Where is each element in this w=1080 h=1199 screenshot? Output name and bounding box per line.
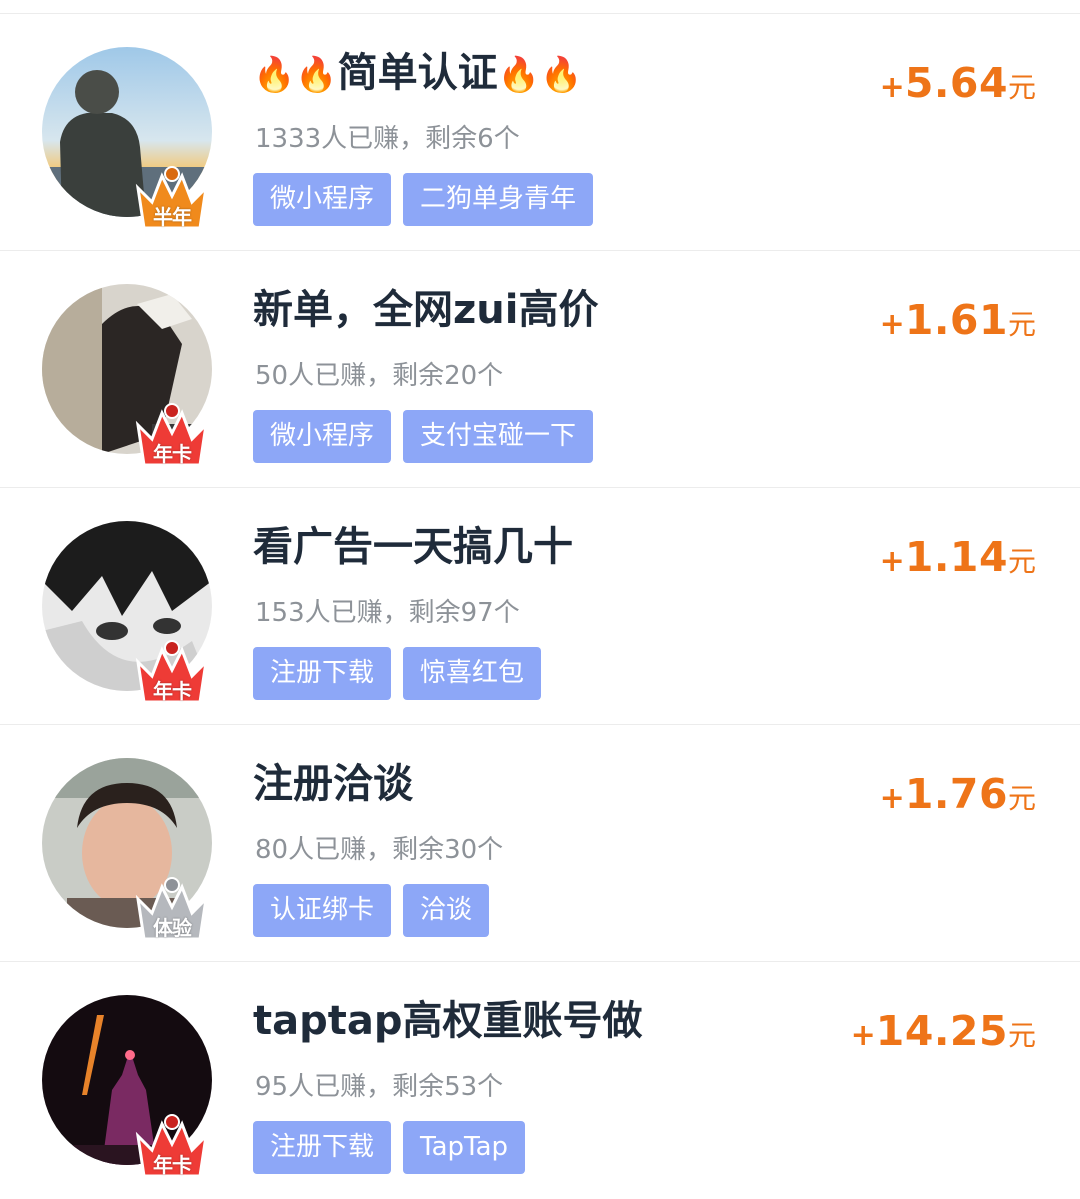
reward-plus: +	[850, 1018, 876, 1053]
reward-amount: +1.61元	[880, 296, 1036, 344]
reward-value: 5.64	[904, 59, 1008, 107]
reward-unit: 元	[1007, 545, 1036, 578]
member-badge: 年卡	[130, 1110, 214, 1182]
tag-list: 微小程序 支付宝碰一下	[253, 410, 594, 463]
fire-icon: 🔥🔥	[497, 55, 583, 95]
reward-plus: +	[879, 70, 905, 105]
tag-list: 微小程序 二狗单身青年	[253, 173, 594, 226]
task-title[interactable]: 新单，全网zui高价	[253, 283, 598, 337]
task-stats: 1333人已赚，剩余6个	[255, 124, 520, 154]
reward-plus: +	[879, 307, 905, 342]
reward-plus: +	[879, 544, 905, 579]
reward-amount: +14.25元	[851, 1007, 1036, 1055]
task-row[interactable]: 半年 🔥🔥简单认证🔥🔥 1333人已赚，剩余6个 微小程序 二狗单身青年 +5.…	[0, 14, 1080, 251]
tag-list: 注册下载 TapTap	[253, 1121, 526, 1174]
tag[interactable]: 注册下载	[253, 1121, 392, 1174]
reward-unit: 元	[1007, 308, 1036, 341]
reward-value: 1.76	[904, 770, 1008, 818]
title-text: 简单认证	[337, 50, 498, 96]
member-badge: 半年	[130, 162, 214, 234]
title-text: taptap	[253, 998, 403, 1044]
tag-list: 注册下载 惊喜红包	[253, 647, 542, 700]
badge-label: 体验	[153, 916, 192, 940]
badge-label: 年卡	[153, 679, 192, 703]
tag[interactable]: 注册下载	[253, 647, 392, 700]
title-text: 看广告一天搞几十	[253, 524, 573, 570]
reward-plus: +	[879, 781, 905, 816]
reward-unit: 元	[1007, 1019, 1036, 1052]
tag-list: 认证绑卡 洽谈	[253, 884, 490, 937]
task-row[interactable]: 体验 注册洽谈 80人已赚，剩余30个 认证绑卡 洽谈 +1.76元	[0, 725, 1080, 962]
title-text: 新单，全网	[253, 287, 453, 333]
task-row[interactable]: 年卡 taptap高权重账号做 95人已赚，剩余53个 注册下载 TapTap …	[0, 962, 1080, 1199]
task-title[interactable]: taptap高权重账号做	[253, 994, 643, 1048]
badge-label: 年卡	[153, 1153, 192, 1177]
reward-unit: 元	[1007, 71, 1036, 104]
task-row[interactable]: 年卡 看广告一天搞几十 153人已赚，剩余97个 注册下载 惊喜红包 +1.14…	[0, 488, 1080, 725]
task-row[interactable]: 年卡 新单，全网zui高价 50人已赚，剩余20个 微小程序 支付宝碰一下 +1…	[0, 251, 1080, 488]
reward-amount: +1.14元	[880, 533, 1036, 581]
tag[interactable]: 二狗单身青年	[403, 173, 594, 226]
tag[interactable]: 微小程序	[253, 410, 392, 463]
tag[interactable]: 洽谈	[403, 884, 490, 937]
tag[interactable]: 支付宝碰一下	[403, 410, 594, 463]
member-badge: 年卡	[130, 636, 214, 708]
reward-amount: +1.76元	[880, 770, 1036, 818]
task-stats: 95人已赚，剩余53个	[255, 1072, 504, 1102]
task-title[interactable]: 🔥🔥简单认证🔥🔥	[253, 46, 582, 102]
tag[interactable]: 微小程序	[253, 173, 392, 226]
task-stats: 80人已赚，剩余30个	[255, 835, 504, 865]
title-text: 高权重账号做	[402, 998, 643, 1044]
badge-label: 半年	[153, 205, 192, 229]
member-badge: 年卡	[130, 399, 214, 471]
reward-value: 1.61	[904, 296, 1008, 344]
title-text: zui	[453, 287, 519, 333]
task-stats: 50人已赚，剩余20个	[255, 361, 504, 391]
reward-unit: 元	[1007, 782, 1036, 815]
title-text: 注册洽谈	[253, 761, 413, 807]
tag[interactable]: TapTap	[403, 1121, 526, 1174]
title-text: 高价	[518, 287, 599, 333]
reward-amount: +5.64元	[880, 59, 1036, 107]
member-badge: 体验	[130, 873, 214, 945]
tag[interactable]: 惊喜红包	[403, 647, 542, 700]
fire-icon: 🔥🔥	[253, 55, 338, 95]
task-title[interactable]: 注册洽谈	[253, 757, 413, 811]
reward-value: 1.14	[904, 533, 1008, 581]
task-list: 半年 🔥🔥简单认证🔥🔥 1333人已赚，剩余6个 微小程序 二狗单身青年 +5.…	[0, 14, 1080, 1199]
tag[interactable]: 认证绑卡	[253, 884, 392, 937]
badge-label: 年卡	[153, 442, 192, 466]
reward-value: 14.25	[875, 1007, 1008, 1055]
task-title[interactable]: 看广告一天搞几十	[253, 520, 573, 574]
task-stats: 153人已赚，剩余97个	[255, 598, 520, 628]
